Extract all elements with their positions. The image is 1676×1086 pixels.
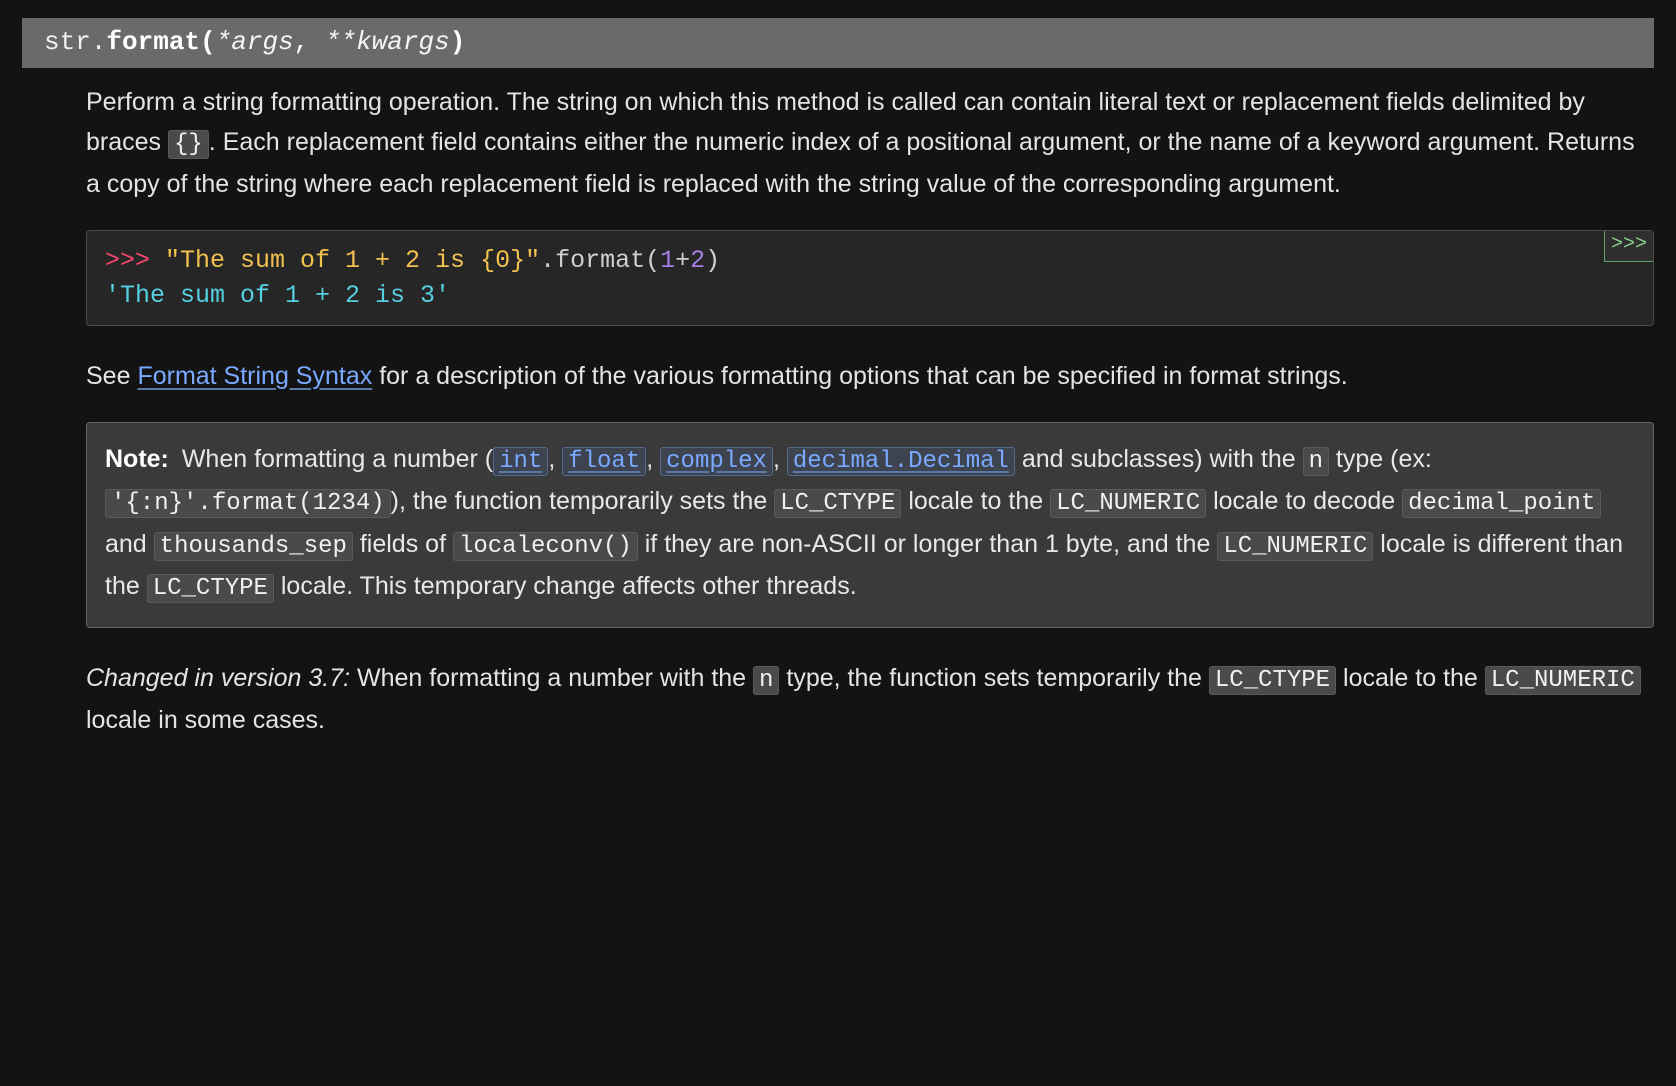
sig-classname: str.: [44, 27, 106, 57]
sig-sep: ,: [294, 27, 325, 57]
note-text-d: ), the function temporarily sets the: [391, 487, 775, 515]
changed-text-b: type, the function sets temporarily the: [779, 664, 1208, 692]
code-prompt: >>>: [105, 246, 165, 275]
changed-lead: Changed in version 3.7:: [86, 664, 357, 692]
braces-literal: {}: [168, 130, 209, 159]
code-num2: 2: [690, 246, 705, 275]
note-text-i: if they are non-ASCII or longer than 1 b…: [638, 530, 1218, 558]
note-sep1: ,: [548, 445, 562, 473]
thousands-sep-literal: thousands_sep: [154, 532, 353, 561]
note-text-e: locale to the: [901, 487, 1050, 515]
note-sep3: ,: [773, 445, 787, 473]
changed-text-c: locale to the: [1336, 664, 1485, 692]
note-text-f: locale to decode: [1206, 487, 1402, 515]
complex-link[interactable]: complex: [660, 445, 773, 473]
note-text-h: fields of: [353, 530, 453, 558]
sig-args: *args: [216, 27, 294, 57]
see-pre: See: [86, 362, 137, 390]
format-string-syntax-link[interactable]: Format String Syntax: [137, 362, 372, 390]
n-type-literal: n: [1303, 447, 1329, 476]
lc-numeric-literal-1: LC_NUMERIC: [1050, 489, 1206, 518]
sig-kwargs: **kwargs: [325, 27, 450, 57]
note-text-a: When formatting a number (: [175, 445, 493, 473]
decimal-literal: decimal.Decimal: [787, 447, 1015, 476]
example-code-block: >>> >>> "The sum of 1 + 2 is {0}".format(…: [86, 230, 1654, 326]
complex-literal: complex: [660, 447, 773, 476]
int-link[interactable]: int: [493, 445, 548, 473]
code-open: (: [645, 246, 660, 275]
note-label: Note:: [105, 445, 169, 473]
decimal-link[interactable]: decimal.Decimal: [787, 445, 1015, 473]
format-example-literal: '{:n}'.format(1234): [105, 489, 391, 518]
lc-ctype-literal-1: LC_CTYPE: [774, 489, 901, 518]
changed-n-literal: n: [753, 666, 779, 695]
lc-numeric-literal-2: LC_NUMERIC: [1217, 532, 1373, 561]
description-paragraph: Perform a string formatting operation. T…: [86, 82, 1654, 204]
sig-close-paren: ): [450, 27, 466, 57]
float-literal: float: [562, 447, 646, 476]
toggle-prompts-button[interactable]: >>>: [1604, 231, 1653, 262]
changed-text-d: locale in some cases.: [86, 706, 325, 734]
code-num1: 1: [660, 246, 675, 275]
note-box: Note: When formatting a number (int, flo…: [86, 422, 1654, 628]
sig-open-paren: (: [200, 27, 216, 57]
code-dot: .: [540, 246, 555, 275]
method-body: Perform a string formatting operation. T…: [86, 68, 1654, 740]
float-link[interactable]: float: [562, 445, 646, 473]
changed-text-a: When formatting a number with the: [357, 664, 753, 692]
method-definition: str.format(*args, **kwargs) Perform a st…: [0, 18, 1676, 740]
code-output: 'The sum of 1 + 2 is 3': [105, 281, 450, 310]
method-signature: str.format(*args, **kwargs): [22, 18, 1654, 68]
code-op: +: [675, 246, 690, 275]
code-string: "The sum of 1 + 2 is {0}": [165, 246, 540, 275]
note-text-b: and subclasses) with the: [1015, 445, 1303, 473]
lc-ctype-literal-2: LC_CTYPE: [147, 574, 274, 603]
changed-lc-ctype-literal: LC_CTYPE: [1209, 666, 1336, 695]
note-text-g: and: [105, 530, 154, 558]
note-sep2: ,: [646, 445, 660, 473]
doc-page: str.format(*args, **kwargs) Perform a st…: [0, 18, 1676, 1086]
description-text-b: . Each replacement field contains either…: [86, 128, 1635, 198]
version-changed: Changed in version 3.7: When formatting …: [86, 658, 1654, 740]
localeconv-literal: localeconv(): [453, 532, 638, 561]
sig-funcname: format: [106, 27, 200, 57]
int-literal: int: [493, 447, 548, 476]
code-close: ): [705, 246, 720, 275]
see-post: for a description of the various formatt…: [372, 362, 1348, 390]
decimal-point-literal: decimal_point: [1402, 489, 1601, 518]
note-text-k: locale. This temporary change affects ot…: [274, 572, 857, 600]
note-text-c: type (ex:: [1329, 445, 1432, 473]
see-paragraph: See Format String Syntax for a descripti…: [86, 356, 1654, 396]
code-func: format: [555, 246, 645, 275]
changed-lc-numeric-literal: LC_NUMERIC: [1485, 666, 1641, 695]
